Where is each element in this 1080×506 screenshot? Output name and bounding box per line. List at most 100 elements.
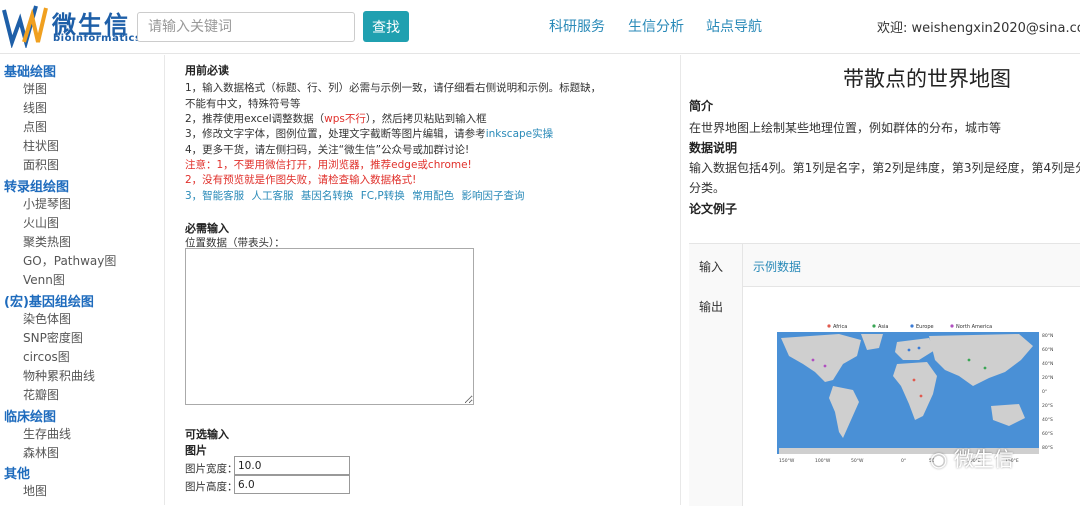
notice-text: 3，修改文字字体，图例位置，处理文字截断等图片编辑，请参考 bbox=[185, 128, 486, 140]
sidebar-item[interactable]: 火山图 bbox=[23, 214, 59, 231]
gene-name-convert-link[interactable]: 基因名转换 bbox=[301, 190, 354, 202]
lat-label: 80°N bbox=[1042, 333, 1053, 339]
optional-section-title: 可选输入 bbox=[185, 428, 229, 441]
notice-line: 1，输入数据格式（标题、行、列）必需与示例一致，请仔细看右侧说明和示例。标题缺， bbox=[185, 82, 602, 94]
data-desc-heading: 数据说明 bbox=[689, 141, 738, 155]
sidebar-category[interactable]: 基础绘图 bbox=[4, 61, 56, 80]
lat-label: 0° bbox=[1042, 389, 1047, 395]
required-section-title: 必需输入 bbox=[185, 222, 229, 235]
map-point bbox=[919, 394, 923, 398]
map-point bbox=[912, 378, 916, 382]
lat-label: 20°N bbox=[1042, 375, 1053, 381]
inkscape-link[interactable]: inkscape实操 bbox=[486, 128, 553, 140]
notice-line: 3，修改文字字体，图例位置，处理文字截断等图片编辑，请参考inkscape实操 bbox=[185, 126, 553, 141]
sidebar: 基础绘图 饼图 线图 点图 柱状图 面积图 转录组绘图 小提琴图 火山图 聚类热… bbox=[0, 55, 165, 505]
legend-swatch-africa bbox=[827, 324, 831, 328]
lon-label: 100°W bbox=[815, 458, 831, 464]
header: 微生信 bioinformatics 查找 科研服务 生信分析 站点导航 欢迎:… bbox=[0, 0, 1080, 54]
sidebar-item[interactable]: 点图 bbox=[23, 118, 47, 135]
legend-swatch-asia bbox=[872, 324, 876, 328]
logo-mark-icon bbox=[2, 5, 48, 48]
sidebar-item[interactable]: 柱状图 bbox=[23, 137, 59, 154]
output-label: 输出 bbox=[699, 300, 724, 314]
input-label: 输入 bbox=[699, 260, 724, 274]
example-data-link[interactable]: 示例数据 bbox=[753, 258, 801, 275]
sidebar-category[interactable]: 临床绘图 bbox=[4, 406, 56, 425]
helper-links: 3，智能客服 人工客服 基因名转换 FC,P转换 常用配色 影响因子查询 bbox=[185, 188, 524, 203]
sidebar-item[interactable]: 生存曲线 bbox=[23, 425, 71, 442]
lat-label: 60°S bbox=[1042, 431, 1053, 437]
data-desc-text: 输入数据包括4列。第1列是名字，第2列是纬度，第3列是经度，第4列是分类名。 bbox=[689, 161, 1080, 175]
human-support-link[interactable]: 人工客服 bbox=[252, 190, 294, 202]
smart-support-link[interactable]: 3，智能客服 bbox=[185, 190, 244, 202]
fc-p-convert-link[interactable]: FC,P转换 bbox=[361, 190, 405, 202]
nav-site-navigation[interactable]: 站点导航 bbox=[706, 16, 762, 36]
sidebar-item[interactable]: 聚类热图 bbox=[23, 233, 71, 250]
image-subsection-title: 图片 bbox=[185, 444, 207, 457]
image-height-input[interactable] bbox=[234, 475, 350, 494]
sidebar-item[interactable]: 森林图 bbox=[23, 444, 59, 461]
sidebar-item[interactable]: 线图 bbox=[23, 99, 47, 116]
nav-bioinfo-analysis[interactable]: 生信分析 bbox=[628, 16, 684, 36]
notice-warning-line: 2，没有预览就是作图失败，请检查输入数据格式! bbox=[185, 174, 417, 186]
common-colors-link[interactable]: 常用配色 bbox=[412, 190, 454, 202]
sidebar-category[interactable]: 其他 bbox=[4, 463, 30, 482]
io-label-column bbox=[689, 244, 743, 506]
image-width-input[interactable] bbox=[234, 456, 350, 475]
notice-title: 用前必读 bbox=[185, 64, 229, 77]
lat-label: 40°N bbox=[1042, 361, 1053, 367]
sidebar-item[interactable]: 物种累积曲线 bbox=[23, 367, 95, 384]
data-desc-text-cont: 分类。 bbox=[689, 181, 726, 195]
position-data-textarea[interactable] bbox=[185, 248, 474, 405]
notice-text: ），然后拷贝粘贴到输入框 bbox=[365, 113, 487, 125]
sidebar-item[interactable]: Venn图 bbox=[23, 271, 65, 288]
legend-label: North America bbox=[956, 324, 992, 330]
watermark-text: 微生信 bbox=[953, 447, 1014, 471]
legend-label: Africa bbox=[833, 324, 847, 330]
intro-text: 在世界地图上绘制某些地理位置，例如群体的分布，城市等 bbox=[689, 121, 1002, 135]
legend-swatch-north-america bbox=[950, 324, 954, 328]
sidebar-item[interactable]: 染色体图 bbox=[23, 310, 71, 327]
map-legend: Africa Asia Europe North America bbox=[827, 324, 992, 330]
sidebar-item[interactable]: 小提琴图 bbox=[23, 195, 71, 212]
sidebar-item[interactable]: 饼图 bbox=[23, 80, 47, 97]
sidebar-item[interactable]: 花瓣图 bbox=[23, 386, 59, 403]
latitude-labels: 80°N 60°N 40°N 20°N 0° 20°S 40°S 60°S 80… bbox=[1042, 333, 1053, 451]
sidebar-item[interactable]: SNP密度图 bbox=[23, 329, 83, 346]
notice-text: 2，推荐使用excel调整数据（ bbox=[185, 113, 325, 125]
sidebar-category[interactable]: 转录组绘图 bbox=[4, 176, 69, 195]
paper-example-heading: 论文例子 bbox=[689, 202, 738, 216]
lat-label: 80°S bbox=[1042, 445, 1053, 451]
sidebar-item[interactable]: GO，Pathway图 bbox=[23, 252, 116, 269]
legend-swatch-europe bbox=[910, 324, 914, 328]
logo[interactable]: 微生信 bioinformatics bbox=[2, 2, 147, 50]
welcome-text: 欢迎: weishengxin2020@sina.com ， bbox=[877, 21, 1080, 36]
nav-research-service[interactable]: 科研服务 bbox=[549, 16, 605, 36]
world-map-image: Africa Asia Europe North America 80°N 60… bbox=[777, 324, 1053, 464]
image-height-label: 图片高度： bbox=[185, 481, 238, 493]
lon-label: 50°W bbox=[851, 458, 864, 464]
impact-factor-link[interactable]: 影响因子查询 bbox=[461, 190, 524, 202]
legend-label: Asia bbox=[878, 324, 888, 330]
sidebar-item[interactable]: 面积图 bbox=[23, 156, 59, 173]
map-point bbox=[917, 346, 921, 350]
map-point bbox=[811, 358, 815, 362]
input-row bbox=[689, 244, 1080, 287]
notice-line: 2，推荐使用excel调整数据（wps不行），然后拷贝粘贴到输入框 bbox=[185, 111, 487, 126]
image-width-label: 图片宽度： bbox=[185, 463, 238, 475]
search-button[interactable]: 查找 bbox=[363, 11, 409, 42]
sidebar-item[interactable]: circos图 bbox=[23, 348, 70, 365]
wechat-icon: ◉ bbox=[930, 447, 948, 471]
map-point bbox=[907, 348, 911, 352]
io-table: 输入 示例数据 输出 Africa Asia Europe North Amer… bbox=[689, 243, 1080, 506]
intro-heading: 简介 bbox=[689, 99, 714, 113]
notice-line: 不能有中文，特殊符号等 bbox=[185, 98, 301, 110]
logo-subtitle: bioinformatics bbox=[53, 33, 142, 44]
sidebar-item[interactable]: 地图 bbox=[23, 482, 47, 499]
lat-label: 40°S bbox=[1042, 417, 1053, 423]
sidebar-category[interactable]: (宏)基因组绘图 bbox=[4, 291, 94, 310]
main-form: 用前必读 1，输入数据格式（标题、行、列）必需与示例一致，请仔细看右侧说明和示例… bbox=[175, 55, 670, 505]
search-input[interactable] bbox=[137, 12, 355, 42]
legend-label: Europe bbox=[916, 324, 934, 330]
wechat-watermark: ◉ 微生信 bbox=[930, 443, 1014, 472]
